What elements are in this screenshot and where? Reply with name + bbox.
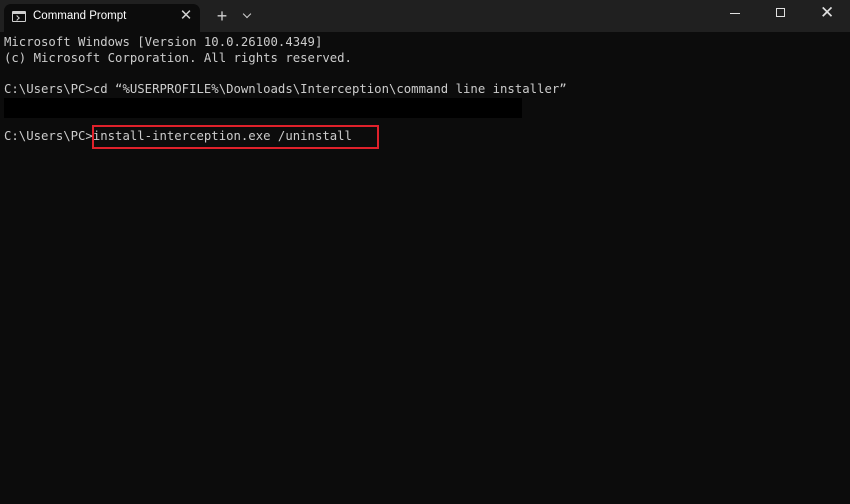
terminal-icon [12,11,26,22]
terminal-line-version: Microsoft Windows [Version 10.0.26100.43… [4,35,323,49]
command-highlight-box [92,125,379,149]
close-icon: ✕ [820,3,835,22]
title-bar: Command Prompt ✕ + ✕ [0,0,850,32]
terminal-output[interactable]: Microsoft Windows [Version 10.0.26100.43… [4,35,567,143]
tab-command-prompt[interactable]: Command Prompt ✕ [4,4,200,32]
tab-title: Command Prompt [33,10,127,22]
close-window-button[interactable]: ✕ [804,0,850,30]
terminal-line-copyright: (c) Microsoft Corporation. All rights re… [4,51,352,65]
minimize-button[interactable] [712,0,758,30]
new-tab-button[interactable]: + [212,6,232,26]
chevron-down-icon[interactable] [238,6,258,26]
redacted-line [4,98,522,118]
terminal-line-cd-command: C:\Users\PC>cd “%USERPROFILE%\Downloads\… [4,82,567,96]
maximize-button[interactable] [758,0,804,30]
tab-close-icon[interactable]: ✕ [178,8,194,24]
